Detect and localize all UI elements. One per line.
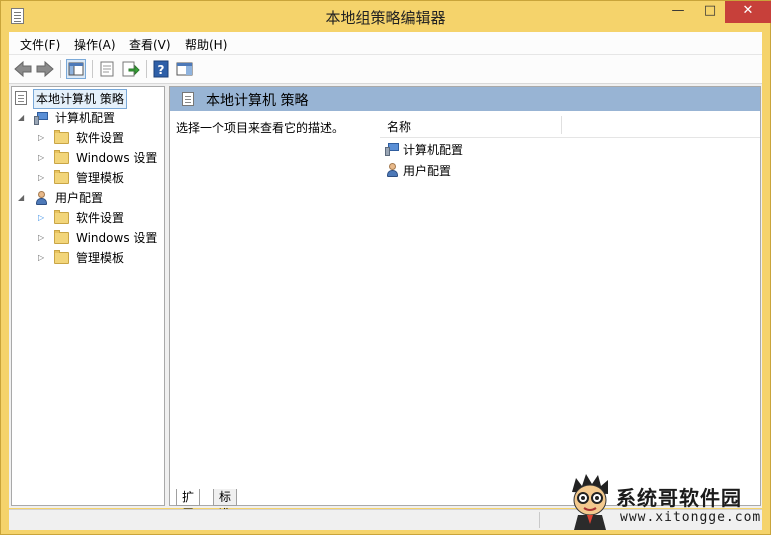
policy-icon (182, 92, 194, 106)
collapsed-arrow-icon[interactable]: ▷ (38, 229, 47, 247)
tree-item-computer-software[interactable]: ▷ 软件设置 (38, 129, 163, 147)
tree-item-user-admin-templates[interactable]: ▷ 管理模板 (38, 249, 163, 267)
collapsed-arrow-icon[interactable]: ▷ (38, 149, 47, 167)
toolbar: ? (9, 54, 762, 84)
close-button[interactable]: ✕ (725, 1, 771, 23)
tree-item-label: Windows 设置 (76, 151, 158, 165)
back-icon[interactable] (13, 59, 33, 79)
folder-icon (54, 130, 69, 144)
list-item-label: 用户配置 (403, 164, 452, 178)
tab-extended[interactable]: 扩展 (176, 489, 201, 521)
show-hide-tree-icon[interactable] (66, 59, 86, 79)
tree-item-user-config[interactable]: ◢ 用户配置 (18, 189, 158, 207)
main-content: 本地计算机 策略 ◢ 计算机配置 ▷ 软件设置 ▷ Windows 设置 ▷ 管… (9, 84, 762, 521)
menu-bar: 文件(F) 操作(A) 查看(V) 帮助(H) (9, 32, 762, 54)
mascot-logo (572, 474, 608, 530)
tree-item-computer-config[interactable]: ◢ 计算机配置 (18, 109, 158, 127)
tab-standard[interactable]: 标准 (213, 489, 238, 521)
folder-icon (54, 210, 69, 224)
tree-item-label: 管理模板 (76, 171, 125, 185)
properties-icon[interactable] (97, 59, 117, 79)
tree-item-user-software[interactable]: ▷ 软件设置 (38, 209, 163, 227)
forward-icon[interactable] (35, 59, 55, 79)
column-header-name[interactable]: 名称 (387, 118, 411, 135)
title-bar: 本地组策略编辑器 — □ ✕ (1, 1, 771, 31)
menu-file[interactable]: 文件(F) (20, 36, 60, 53)
menu-action[interactable]: 操作(A) (74, 36, 116, 53)
watermark-title: 系统哥软件园 (616, 486, 742, 510)
pane-title: 本地计算机 策略 (206, 93, 309, 109)
computer-icon (34, 111, 49, 125)
folder-icon (54, 170, 69, 184)
collapsed-arrow-icon[interactable]: ▷ (38, 209, 47, 227)
tree-item-label: 软件设置 (76, 211, 125, 225)
tree-item-label: Windows 设置 (76, 231, 158, 245)
computer-icon (385, 142, 400, 156)
collapsed-arrow-icon[interactable]: ▷ (38, 129, 47, 147)
list-item-label: 计算机配置 (403, 143, 464, 157)
tree-item-computer-windows[interactable]: ▷ Windows 设置 (38, 149, 163, 167)
tree-item-label: 计算机配置 (55, 111, 116, 125)
show-hide-action-pane-icon[interactable] (175, 59, 195, 79)
expanded-arrow-icon[interactable]: ◢ (18, 189, 27, 207)
window-title: 本地组策略编辑器 (325, 9, 446, 27)
tree-item-label: 软件设置 (76, 131, 125, 145)
tree-root-label: 本地计算机 策略 (33, 89, 127, 109)
list-header: 名称 (380, 113, 760, 138)
folder-icon (54, 230, 69, 244)
minimize-button[interactable]: — (661, 1, 695, 23)
svg-text:?: ? (158, 63, 165, 77)
watermark: 系统哥软件园 www.xitongge.com (568, 472, 768, 532)
item-list: 名称 计算机配置 用户配置 (380, 113, 760, 483)
tree-item-user-windows[interactable]: ▷ Windows 设置 (38, 229, 163, 247)
folder-icon (54, 250, 69, 264)
menu-view[interactable]: 查看(V) (129, 36, 171, 53)
policy-icon (15, 91, 27, 105)
tree-item-label: 用户配置 (55, 191, 104, 205)
description-text: 选择一个项目来查看它的描述。 (176, 121, 345, 135)
menu-help[interactable]: 帮助(H) (185, 36, 227, 53)
details-pane: 本地计算机 策略 选择一个项目来查看它的描述。 名称 计算机配置 用户配置 扩 (169, 86, 761, 521)
app-window: 本地组策略编辑器 — □ ✕ 文件(F) 操作(A) 查看(V) 帮助(H) ? (0, 0, 771, 535)
expanded-arrow-icon[interactable]: ◢ (18, 109, 27, 127)
collapsed-arrow-icon[interactable]: ▷ (38, 169, 47, 187)
help-icon[interactable]: ? (151, 59, 171, 79)
pane-header: 本地计算机 策略 (170, 87, 760, 111)
user-icon (34, 191, 49, 206)
tree-item-label: 管理模板 (76, 251, 125, 265)
folder-icon (54, 150, 69, 164)
watermark-url: www.xitongge.com (620, 510, 762, 525)
maximize-button[interactable]: □ (695, 1, 725, 23)
list-item-computer-config[interactable]: 计算机配置 (385, 140, 565, 160)
tree-item-computer-admin-templates[interactable]: ▷ 管理模板 (38, 169, 163, 187)
export-list-icon[interactable] (120, 59, 140, 79)
list-item-user-config[interactable]: 用户配置 (385, 161, 565, 181)
collapsed-arrow-icon[interactable]: ▷ (38, 249, 47, 267)
user-icon (385, 163, 400, 178)
navigation-tree: 本地计算机 策略 ◢ 计算机配置 ▷ 软件设置 ▷ Windows 设置 ▷ 管… (11, 86, 165, 506)
